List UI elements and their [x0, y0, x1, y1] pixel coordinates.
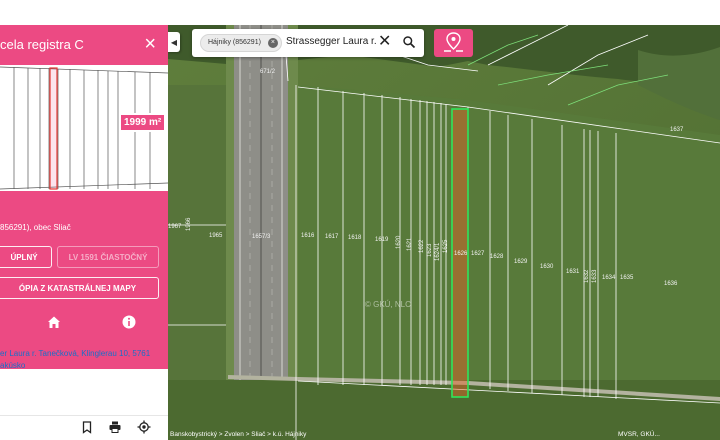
cadastral-area-chip[interactable]: Hájniky (856291) × — [200, 34, 282, 52]
app-root: 1967 1966 1965 1657/3 1616 1617 1618 161… — [0, 0, 720, 440]
location-text: 856291), obec Sliač — [0, 223, 71, 232]
preview-parcel — [49, 67, 58, 190]
parcel-label[interactable]: 1618 — [348, 235, 362, 241]
parcel-label[interactable]: 1634 — [602, 275, 616, 281]
parcel-label[interactable]: 1633 — [592, 269, 598, 283]
cadastral-map[interactable]: 1967 1966 1965 1657/3 1616 1617 1618 161… — [168, 25, 720, 440]
map-attribution: MVSR, GKÚ... — [618, 431, 660, 438]
close-icon[interactable]: × — [144, 32, 156, 56]
panel-header: cela registra C × — [0, 25, 168, 65]
parcel-label[interactable]: 1631 — [566, 269, 580, 275]
panel-actions: 856291), obec Sliač ÚPLNÝ LV 1591 ČIASTO… — [0, 191, 168, 369]
map-pin-button[interactable] — [434, 29, 473, 57]
parcel-label[interactable]: 1616 — [301, 233, 315, 239]
parcel-label[interactable]: 1967 — [168, 224, 182, 230]
print-icon[interactable] — [108, 420, 122, 434]
parcel-label[interactable]: 1657/3 — [252, 234, 271, 240]
parcel-label[interactable]: 1632 — [584, 269, 590, 283]
owner-line[interactable]: er Laura r. Tanečková, Klinglerau 10, 57… — [0, 348, 168, 360]
parcel-label[interactable]: 1628 — [490, 254, 504, 260]
info-icon[interactable] — [120, 313, 138, 331]
parcel-label[interactable]: 1624/1 — [435, 242, 441, 261]
close-icon[interactable]: ✕ — [378, 34, 391, 50]
target-icon[interactable] — [137, 420, 151, 434]
map-pin-icon — [444, 32, 463, 52]
search-icon[interactable] — [402, 35, 416, 49]
panel-title: cela registra C — [0, 37, 84, 52]
parcel-label[interactable]: 671/2 — [260, 69, 276, 75]
parcel-panel: cela registra C × 1999 m² 856291), obec … — [0, 25, 168, 440]
parcel-label[interactable]: 1622 — [419, 239, 425, 253]
parcel-label[interactable]: 1965 — [209, 233, 223, 239]
partial-lv-button[interactable]: LV 1591 ČIASTOČNÝ — [57, 246, 159, 268]
parcel-label[interactable]: 1636 — [664, 281, 678, 287]
parcel-label[interactable]: 1635 — [620, 275, 634, 281]
parcel-preview: 1999 m² — [0, 65, 168, 191]
parcel-label[interactable]: 1617 — [325, 234, 339, 240]
collapse-panel-button[interactable]: ◀ — [168, 32, 180, 52]
parcel-label[interactable]: 1620 — [396, 235, 402, 249]
search-input[interactable]: Strassegger Laura r. — [286, 36, 377, 47]
parcel-label[interactable]: 1637 — [670, 127, 684, 133]
map-watermark: © GKÚ, NLC — [365, 300, 411, 309]
parcel-label[interactable]: 1621 — [407, 237, 413, 251]
area-badge: 1999 m² — [119, 113, 167, 132]
parcel-label[interactable]: 1623 — [427, 243, 433, 257]
chip-remove-icon[interactable]: × — [267, 38, 278, 48]
left-field — [168, 85, 234, 415]
map-svg[interactable]: 1967 1966 1965 1657/3 1616 1617 1618 161… — [168, 25, 720, 440]
parcel-label[interactable]: 1629 — [514, 259, 528, 265]
map-breadcrumb: Banskobystrický > Zvolen > Sliač > k.ú. … — [170, 431, 307, 438]
owner-line[interactable]: akúsko — [0, 360, 168, 372]
panel-footer — [0, 415, 168, 440]
parcel-label[interactable]: 1630 — [540, 264, 554, 270]
search-bar[interactable]: Hájniky (856291) × Strassegger Laura r. … — [192, 29, 424, 57]
parcel-label[interactable]: 1626 — [454, 251, 468, 257]
bookmark-icon[interactable] — [80, 420, 94, 434]
parcel-label[interactable]: 1966 — [186, 217, 192, 231]
parcel-label[interactable]: 1625 — [443, 239, 449, 253]
parcel-label[interactable]: 1619 — [375, 237, 389, 243]
owner-info[interactable]: er Laura r. Tanečková, Klinglerau 10, 57… — [0, 348, 168, 372]
full-lv-button[interactable]: ÚPLNÝ — [0, 246, 52, 268]
map-copy-button[interactable]: ÓPIA Z KATASTRÁLNEJ MAPY — [0, 277, 159, 299]
chip-label: Hájniky (856291) — [208, 39, 261, 46]
parcel-label[interactable]: 1627 — [471, 251, 485, 257]
home-icon[interactable] — [45, 313, 63, 331]
